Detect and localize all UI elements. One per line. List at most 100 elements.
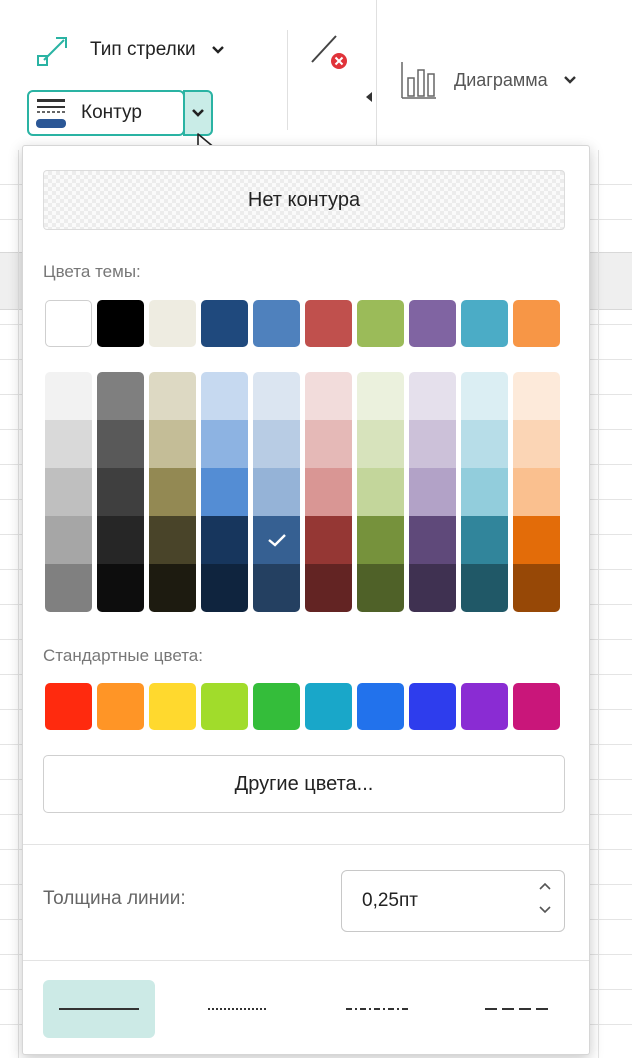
theme-shade-swatch[interactable] bbox=[149, 564, 196, 612]
theme-shade-swatch[interactable] bbox=[305, 420, 352, 468]
theme-color-swatch[interactable] bbox=[253, 300, 300, 347]
theme-shade-swatch[interactable] bbox=[201, 420, 248, 468]
theme-shade-swatch[interactable] bbox=[409, 420, 456, 468]
no-line-icon bbox=[311, 35, 347, 69]
theme-shade-swatch[interactable] bbox=[461, 420, 508, 468]
spin-buttons[interactable] bbox=[538, 881, 552, 915]
theme-shade-swatch[interactable] bbox=[97, 564, 144, 612]
theme-shade-column bbox=[97, 372, 144, 612]
theme-color-swatch[interactable] bbox=[461, 300, 508, 347]
dash-style-dashed[interactable] bbox=[462, 980, 574, 1038]
theme-shade-swatch[interactable] bbox=[45, 372, 92, 420]
theme-shade-swatch[interactable] bbox=[305, 372, 352, 420]
theme-shade-swatch[interactable] bbox=[201, 468, 248, 516]
spreadsheet-column-line bbox=[18, 150, 19, 1058]
theme-shade-swatch[interactable] bbox=[357, 420, 404, 468]
no-outline-button[interactable]: Нет контура bbox=[43, 170, 565, 230]
theme-shade-swatch[interactable] bbox=[409, 468, 456, 516]
theme-shade-swatch[interactable] bbox=[513, 420, 560, 468]
theme-shade-swatch[interactable] bbox=[45, 564, 92, 612]
standard-color-swatch[interactable] bbox=[97, 683, 144, 730]
standard-colors-row bbox=[45, 683, 560, 730]
theme-shade-swatch[interactable] bbox=[201, 372, 248, 420]
dash-style-dotted[interactable] bbox=[183, 980, 295, 1038]
theme-color-swatch[interactable] bbox=[409, 300, 456, 347]
theme-shade-swatch[interactable] bbox=[97, 516, 144, 564]
other-colors-button[interactable]: Другие цвета... bbox=[43, 755, 565, 813]
theme-color-swatch[interactable] bbox=[513, 300, 560, 347]
standard-color-swatch[interactable] bbox=[253, 683, 300, 730]
chevron-up-icon[interactable] bbox=[538, 881, 552, 891]
theme-shade-swatch[interactable] bbox=[253, 468, 300, 516]
theme-shade-swatch[interactable] bbox=[149, 516, 196, 564]
line-thickness-label: Толщина линии: bbox=[43, 888, 186, 909]
theme-shade-swatch[interactable] bbox=[357, 372, 404, 420]
standard-color-swatch[interactable] bbox=[357, 683, 404, 730]
dashed-line-icon bbox=[485, 1008, 550, 1010]
theme-shade-swatch[interactable] bbox=[253, 372, 300, 420]
theme-shade-swatch[interactable] bbox=[357, 468, 404, 516]
theme-color-swatch[interactable] bbox=[357, 300, 404, 347]
theme-shade-swatch[interactable] bbox=[253, 516, 300, 564]
theme-shade-swatch[interactable] bbox=[305, 516, 352, 564]
theme-shade-swatch[interactable] bbox=[513, 468, 560, 516]
theme-color-swatch[interactable] bbox=[201, 300, 248, 347]
theme-shade-swatch[interactable] bbox=[513, 372, 560, 420]
theme-shade-swatch[interactable] bbox=[461, 468, 508, 516]
chevron-down-icon[interactable] bbox=[538, 905, 552, 915]
dash-style-dash-dot[interactable] bbox=[322, 980, 434, 1038]
standard-color-swatch[interactable] bbox=[409, 683, 456, 730]
no-line-button[interactable] bbox=[306, 28, 350, 77]
standard-color-swatch[interactable] bbox=[513, 683, 560, 730]
line-thickness-stepper[interactable]: 0,25пт bbox=[341, 870, 565, 932]
theme-shade-swatch[interactable] bbox=[253, 564, 300, 612]
theme-shade-swatch[interactable] bbox=[357, 564, 404, 612]
theme-shade-swatch[interactable] bbox=[305, 468, 352, 516]
theme-shade-swatch[interactable] bbox=[149, 420, 196, 468]
theme-shade-column bbox=[45, 372, 92, 612]
theme-color-swatch[interactable] bbox=[149, 300, 196, 347]
contour-button[interactable]: Контур bbox=[27, 90, 185, 136]
theme-shade-column bbox=[253, 372, 300, 612]
theme-shade-swatch[interactable] bbox=[461, 372, 508, 420]
theme-color-swatch[interactable] bbox=[305, 300, 352, 347]
theme-shade-swatch[interactable] bbox=[461, 516, 508, 564]
theme-shade-column bbox=[513, 372, 560, 612]
theme-shade-swatch[interactable] bbox=[513, 516, 560, 564]
toolbar-separator bbox=[376, 0, 377, 150]
theme-shade-swatch[interactable] bbox=[97, 372, 144, 420]
dash-style-row bbox=[43, 980, 573, 1038]
standard-color-swatch[interactable] bbox=[305, 683, 352, 730]
theme-shade-swatch[interactable] bbox=[45, 420, 92, 468]
theme-shade-swatch[interactable] bbox=[409, 516, 456, 564]
theme-shade-swatch[interactable] bbox=[97, 420, 144, 468]
spreadsheet-column-line bbox=[598, 150, 599, 1058]
dash-style-solid[interactable] bbox=[43, 980, 155, 1038]
theme-shade-swatch[interactable] bbox=[45, 516, 92, 564]
theme-shade-swatch[interactable] bbox=[45, 468, 92, 516]
theme-shade-swatch[interactable] bbox=[149, 372, 196, 420]
contour-dropdown-button[interactable] bbox=[183, 90, 213, 136]
standard-color-swatch[interactable] bbox=[149, 683, 196, 730]
arrow-type-dropdown[interactable]: Тип стрелки bbox=[34, 30, 224, 70]
theme-shade-swatch[interactable] bbox=[149, 468, 196, 516]
diagram-dropdown[interactable]: Диаграмма bbox=[400, 58, 576, 102]
standard-color-swatch[interactable] bbox=[461, 683, 508, 730]
theme-colors-row bbox=[45, 300, 560, 347]
group-expand-arrow[interactable] bbox=[366, 92, 372, 102]
theme-shade-swatch[interactable] bbox=[97, 468, 144, 516]
theme-color-swatch[interactable] bbox=[97, 300, 144, 347]
standard-color-swatch[interactable] bbox=[201, 683, 248, 730]
theme-shade-swatch[interactable] bbox=[201, 564, 248, 612]
theme-shade-swatch[interactable] bbox=[253, 420, 300, 468]
theme-shade-swatch[interactable] bbox=[461, 564, 508, 612]
theme-color-swatch[interactable] bbox=[45, 300, 92, 347]
theme-shade-swatch[interactable] bbox=[513, 564, 560, 612]
standard-color-swatch[interactable] bbox=[45, 683, 92, 730]
theme-shade-swatch[interactable] bbox=[409, 372, 456, 420]
theme-shade-swatch[interactable] bbox=[357, 516, 404, 564]
theme-shade-swatch[interactable] bbox=[305, 564, 352, 612]
theme-shade-swatch[interactable] bbox=[201, 516, 248, 564]
dash-dot-line-icon bbox=[345, 1008, 410, 1010]
theme-shade-swatch[interactable] bbox=[409, 564, 456, 612]
